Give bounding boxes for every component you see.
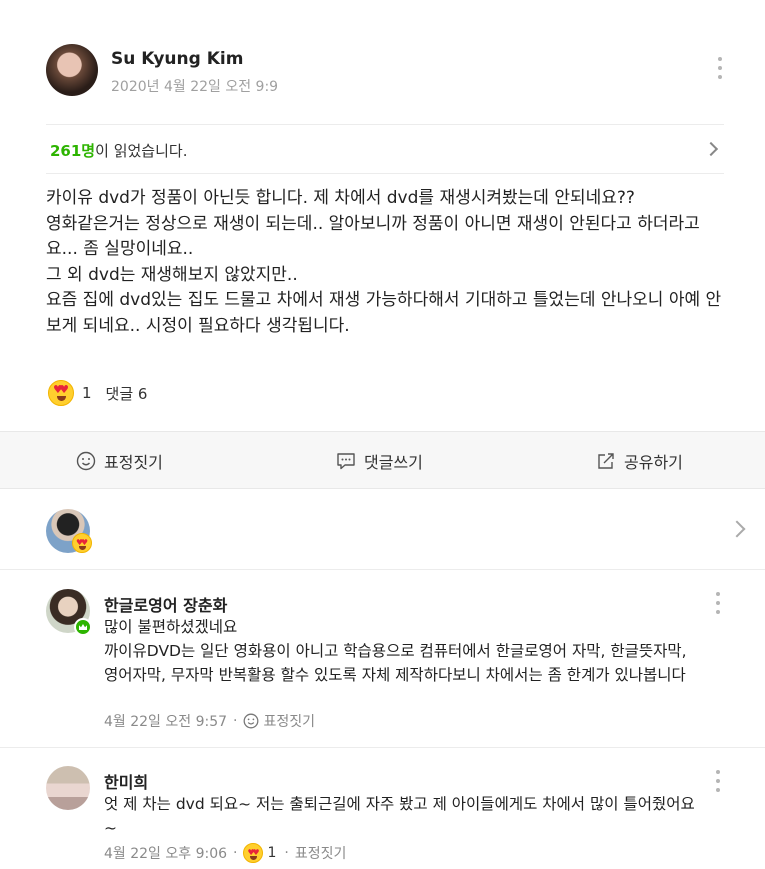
chevron-right-icon — [728, 520, 746, 538]
share-icon — [598, 453, 614, 469]
smiley-icon — [244, 713, 259, 729]
author-name[interactable]: Su Kyung Kim — [111, 49, 243, 69]
commenter-name[interactable]: 한미희 — [104, 769, 148, 793]
comment-time: 4월 22일 오후 9:06 — [104, 846, 228, 862]
comment-count-link[interactable]: 댓글 6 — [106, 383, 148, 404]
meta-separator: · — [233, 713, 238, 729]
comment-react-label: 표정짓기 — [263, 714, 316, 730]
share-button-label: 공유하기 — [624, 453, 683, 472]
love-eyes-emoji-icon[interactable] — [48, 380, 74, 406]
love-eyes-emoji-icon[interactable] — [243, 843, 264, 863]
chevron-right-icon — [703, 141, 719, 157]
comment-more-icon[interactable] — [715, 770, 721, 792]
reaction-count[interactable]: 1 — [82, 384, 92, 402]
comment-react-button[interactable]: 표정짓기 — [243, 711, 315, 731]
comment-item: 한미희 엇 제 차는 dvd 되요~ 저는 출퇴근길에 자주 봤고 제 아이들에… — [0, 748, 765, 869]
comment-time: 4월 22일 오전 9:57 — [104, 714, 228, 730]
react-button[interactable]: 표정짓기 — [76, 432, 163, 490]
comment-item: 한글로영어 장춘화 많이 불편하셨겠네요 까이유DVD는 일단 영화용이 아니고… — [0, 570, 765, 748]
comment-more-icon[interactable] — [715, 592, 721, 614]
post-more-icon[interactable] — [717, 57, 723, 79]
love-eyes-emoji-icon — [72, 533, 92, 553]
commenter-avatar[interactable] — [46, 766, 90, 810]
speech-bubble-icon — [337, 453, 355, 470]
comment-meta: 4월 22일 오전 9:57 · 표정짓기 — [104, 711, 315, 731]
meta-separator: · — [284, 845, 289, 861]
readers-count: 261명 — [50, 142, 96, 160]
comment-reaction-count[interactable]: 1 — [267, 845, 276, 861]
post-body: 카이유 dvd가 정품이 아닌듯 합니다. 제 차에서 dvd를 재생시켜봤는데… — [46, 188, 722, 336]
readers-text: 261명이 읽었습니다. — [50, 140, 187, 161]
smiley-icon — [76, 451, 96, 471]
crown-badge-icon — [74, 618, 92, 636]
reaction-summary: 1 댓글 6 — [48, 379, 147, 407]
comment-react-label: 표정짓기 — [294, 846, 347, 862]
share-button[interactable]: 공유하기 — [596, 432, 683, 490]
author-avatar[interactable] — [46, 44, 98, 96]
readers-row[interactable]: 261명이 읽었습니다. — [46, 124, 724, 174]
reactors-row[interactable] — [0, 489, 765, 570]
comment-react-button[interactable]: 표정짓기 — [295, 843, 347, 863]
comment-text: 많이 불편하셨겠네요 까이유DVD는 일단 영화용이 아니고 학습용으로 컴퓨터… — [104, 618, 687, 684]
post-date: 2020년 4월 22일 오전 9:9 — [111, 79, 279, 95]
action-bar: 표정짓기 댓글쓰기 공유하기 — [0, 431, 765, 489]
comment-button[interactable]: 댓글쓰기 — [336, 432, 423, 490]
commenter-name[interactable]: 한글로영어 장춘화 — [104, 592, 227, 616]
comment-button-label: 댓글쓰기 — [364, 453, 423, 472]
comment-meta: 4월 22일 오후 9:06 · 1 · 표정짓기 — [104, 843, 346, 863]
comment-text: 엇 제 차는 dvd 되요~ 저는 출퇴근길에 자주 봤고 제 아이들에게도 차… — [104, 795, 695, 837]
readers-suffix: 이 읽었습니다. — [95, 142, 188, 160]
post-header: Su Kyung Kim 2020년 4월 22일 오전 9:9 — [0, 0, 765, 124]
meta-separator: · — [233, 845, 238, 861]
react-button-label: 표정짓기 — [104, 453, 163, 472]
